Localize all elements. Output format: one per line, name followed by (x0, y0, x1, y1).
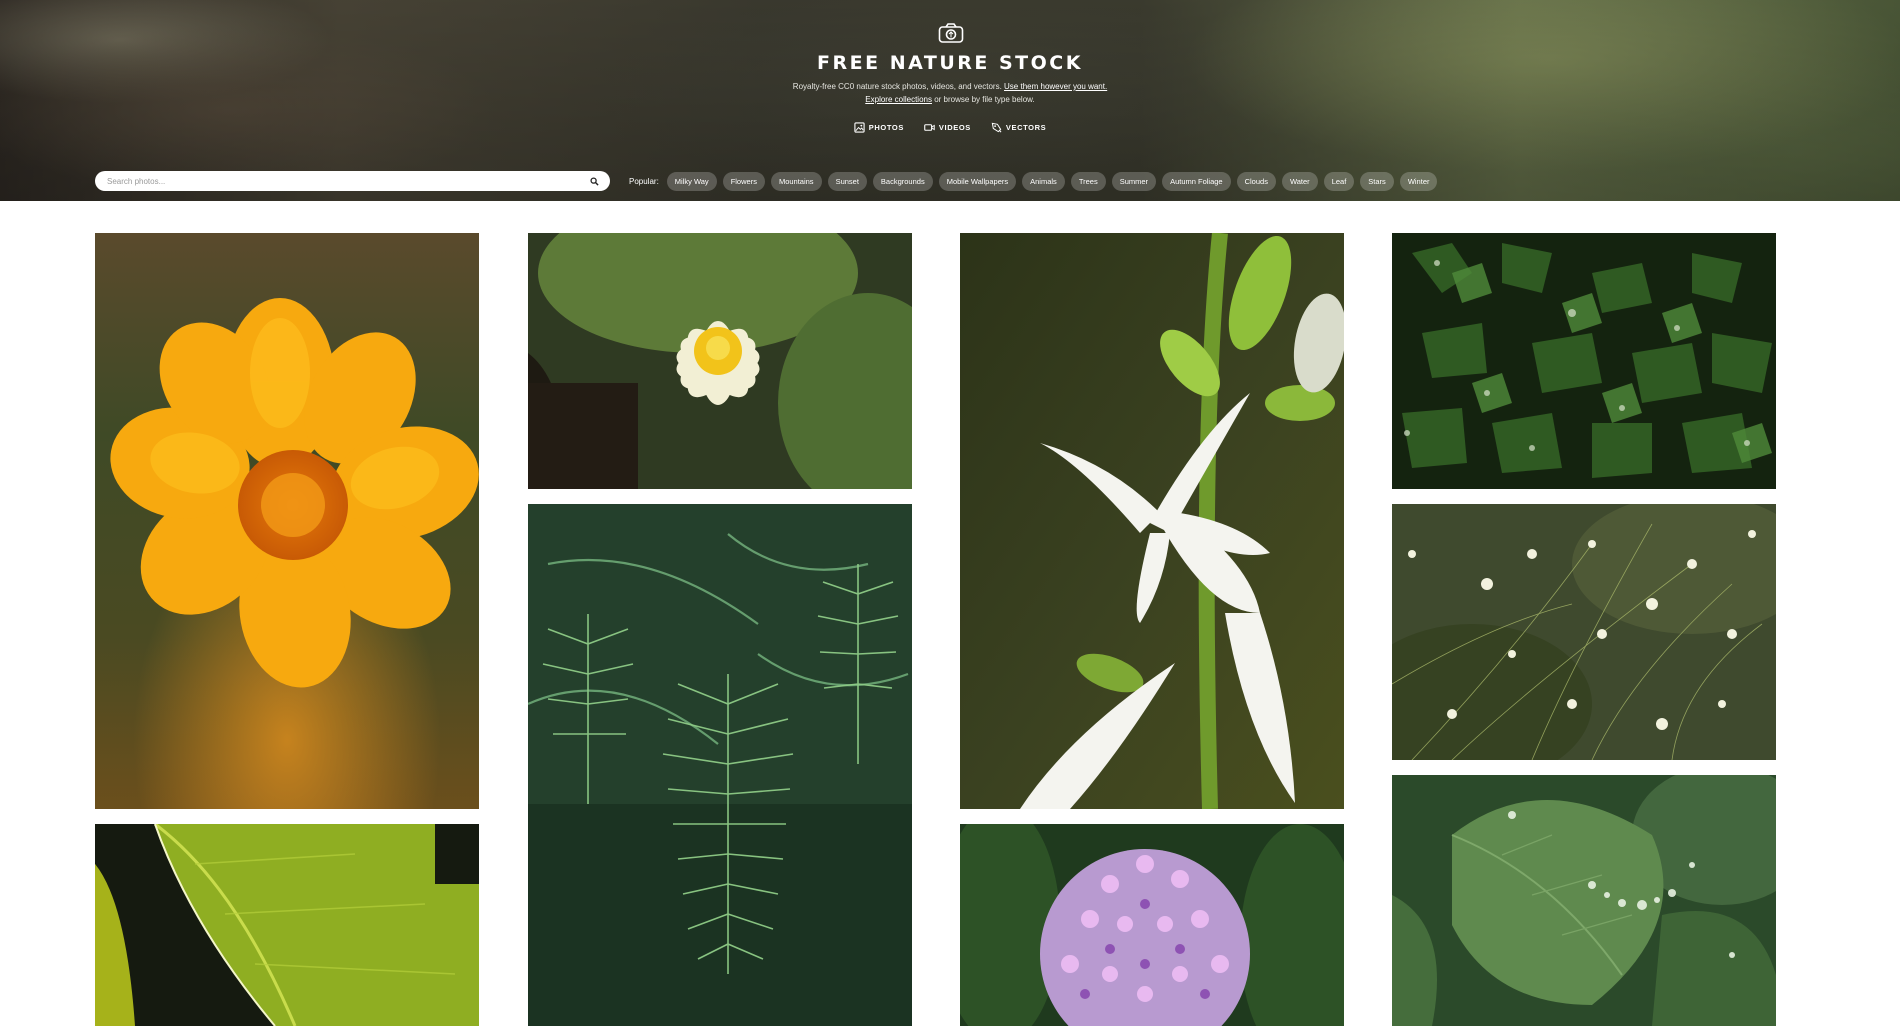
white-wildflowers-image (1392, 504, 1776, 760)
photos-label: PHOTOS (868, 123, 904, 132)
photo-orange-flower[interactable] (95, 233, 479, 809)
image-icon (854, 122, 865, 133)
search-icon (589, 176, 599, 186)
tag-milky-way[interactable]: Milky Way (666, 171, 717, 191)
tag-animals[interactable]: Animals (1022, 171, 1065, 191)
tag-leaf[interactable]: Leaf (1323, 171, 1355, 191)
photo-fern-foliage[interactable] (528, 504, 912, 1026)
vector-pen-icon (991, 122, 1002, 133)
tag-stars[interactable]: Stars (1360, 171, 1394, 191)
tag-mobile-wallpapers[interactable]: Mobile Wallpapers (938, 171, 1017, 191)
tagline-browse-text: or browse by file type below. (934, 95, 1035, 104)
camera-icon[interactable] (938, 22, 964, 44)
usage-link[interactable]: Use them however you want. (1004, 82, 1107, 91)
green-leaf-image (95, 824, 479, 1026)
photo-white-wildflowers[interactable] (1392, 504, 1776, 760)
photo-holly-leaves[interactable] (1392, 233, 1776, 489)
search-button[interactable] (588, 175, 600, 187)
file-type-nav: PHOTOS VIDEOS VECTORS (0, 122, 1900, 133)
search-bar (95, 171, 610, 191)
photo-leaf-droplets[interactable] (1392, 775, 1776, 1026)
tag-mountains[interactable]: Mountains (770, 171, 822, 191)
videos-label: VIDEOS (938, 123, 971, 132)
tagline-text: Royalty-free CC0 nature stock photos, vi… (792, 82, 1002, 91)
vectors-link[interactable]: VECTORS (991, 122, 1046, 133)
tag-winter[interactable]: Winter (1399, 171, 1438, 191)
tagline: Royalty-free CC0 nature stock photos, vi… (0, 80, 1900, 106)
tag-water[interactable]: Water (1281, 171, 1318, 191)
videos-link[interactable]: VIDEOS (924, 122, 971, 133)
photo-purple-allium[interactable] (960, 824, 1344, 1026)
popular-tags: Popular: Milky Way Flowers Mountains Sun… (629, 171, 1438, 191)
photo-green-leaf[interactable] (95, 824, 479, 1026)
photo-water-lily[interactable] (528, 233, 912, 489)
tag-autumn-foliage[interactable]: Autumn Foliage (1162, 171, 1231, 191)
explore-collections-link[interactable]: Explore collections (865, 95, 932, 104)
water-lily-image (528, 233, 912, 489)
tag-clouds[interactable]: Clouds (1236, 171, 1276, 191)
site-title[interactable]: FREE NATURE STOCK (0, 52, 1900, 74)
tag-sunset[interactable]: Sunset (827, 171, 867, 191)
tag-backgrounds[interactable]: Backgrounds (872, 171, 933, 191)
white-lily-image (960, 233, 1344, 809)
fern-foliage-image (528, 504, 912, 1026)
vectors-label: VECTORS (1005, 123, 1047, 132)
photos-link[interactable]: PHOTOS (854, 122, 904, 133)
holly-leaves-image (1392, 233, 1776, 489)
popular-label: Popular: (629, 176, 659, 186)
video-camera-icon (924, 124, 935, 131)
leaf-droplets-image (1392, 775, 1776, 1026)
photo-white-lily[interactable] (960, 233, 1344, 809)
tag-summer[interactable]: Summer (1111, 171, 1157, 191)
orange-flower-image (95, 233, 479, 809)
search-input[interactable] (105, 175, 588, 187)
tag-trees[interactable]: Trees (1070, 171, 1106, 191)
hero-header: FREE NATURE STOCK Royalty-free CC0 natur… (0, 0, 1900, 201)
purple-allium-image (960, 824, 1344, 1026)
tag-flowers[interactable]: Flowers (722, 171, 765, 191)
